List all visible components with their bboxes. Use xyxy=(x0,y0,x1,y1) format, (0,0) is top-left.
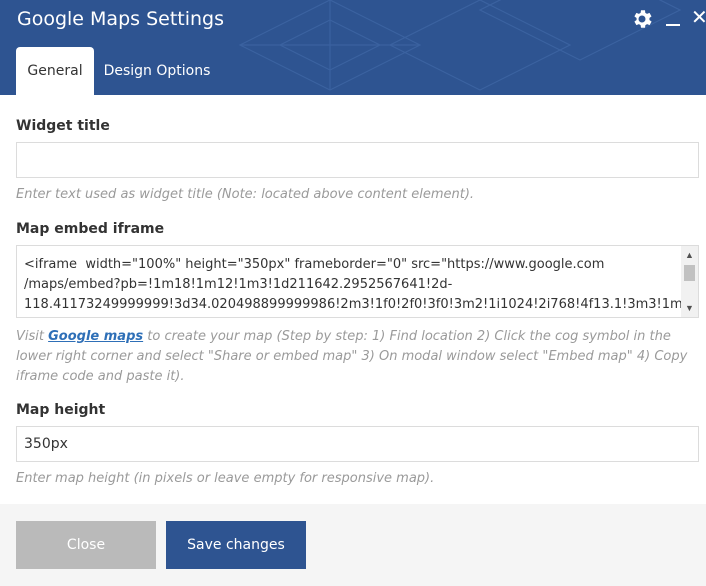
map-embed-line: 118.41173249999999!3d34.020498899999986!… xyxy=(24,297,684,312)
widget-title-label: Widget title xyxy=(16,118,110,134)
gear-icon[interactable] xyxy=(630,7,654,31)
close-button[interactable]: Close xyxy=(16,521,156,569)
widget-title-input[interactable] xyxy=(16,142,699,178)
map-height-input[interactable]: 350px xyxy=(16,426,699,462)
map-embed-line: /maps/embed?pb=!1m18!1m12!1m3!1d211642.2… xyxy=(24,277,453,292)
tab-general[interactable]: General xyxy=(16,47,94,95)
close-icon[interactable]: ✕ xyxy=(691,6,706,30)
map-embed-label: Map embed iframe xyxy=(16,221,165,237)
map-height-label: Map height xyxy=(16,402,106,418)
google-maps-link[interactable]: Google maps xyxy=(48,329,143,344)
save-changes-button[interactable]: Save changes xyxy=(166,521,306,569)
modal-header: Google Maps Settings ✕ General Design Op… xyxy=(0,0,706,95)
widget-title-help: Enter text used as widget title (Note: l… xyxy=(16,187,475,202)
scroll-up-icon[interactable]: ▲ xyxy=(681,248,698,262)
minimize-icon[interactable] xyxy=(664,8,682,28)
modal-title: Google Maps Settings xyxy=(17,8,225,30)
scroll-down-icon[interactable]: ▼ xyxy=(681,301,698,315)
textarea-scrollbar[interactable]: ▲ ▼ xyxy=(681,246,698,317)
map-embed-help: Visit Google maps to create your map (St… xyxy=(16,327,700,387)
tab-design-options[interactable]: Design Options xyxy=(96,47,218,95)
map-embed-textarea[interactable]: <iframe width="100%" height="350px" fram… xyxy=(16,245,699,318)
map-embed-line: <iframe width="100%" height="350px" fram… xyxy=(24,257,605,272)
help-prefix: Visit xyxy=(16,329,49,344)
scroll-thumb[interactable] xyxy=(684,265,695,281)
map-height-help: Enter map height (in pixels or leave emp… xyxy=(16,471,435,486)
map-embed-value: <iframe width="100%" height="350px" fram… xyxy=(24,255,684,315)
